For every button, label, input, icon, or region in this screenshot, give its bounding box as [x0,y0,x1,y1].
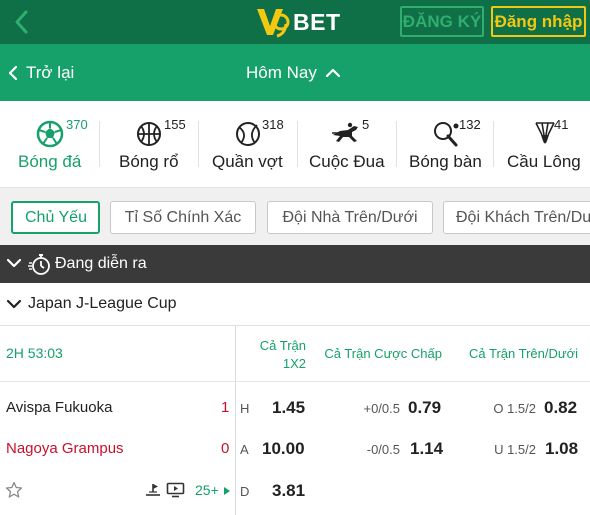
sport-tab-table-tennis[interactable]: 132 Bóng bàn [397,101,493,187]
filter-chip-main[interactable]: Chủ Yếu [11,201,100,234]
handicap-odds-away[interactable]: 1.14 [410,439,443,459]
col-1x2-header-line1: Cả Trận [259,338,306,353]
col-handicap-header: Cả Trận Cược Chấp [324,346,442,361]
sport-label: Cầu Lông [507,152,581,171]
basketball-icon [137,122,161,146]
row-letter-home: H [240,401,250,416]
chevron-down-icon [6,299,22,309]
sport-tab-soccer[interactable]: 370 Bóng đá [0,101,99,187]
date-filter-toggle[interactable]: Hôm Nay [246,62,341,84]
nav-title: Hôm Nay [246,63,317,82]
chevron-down-icon [6,258,22,268]
brand-logo[interactable]: BET [255,4,341,40]
back-label: Trở lại [26,63,75,82]
col-over-under-header: Cả Trận Trên/Dưới [469,346,578,361]
under-odds[interactable]: 1.08 [545,439,578,459]
handicap-odds-home[interactable]: 0.79 [408,398,441,418]
tennis-ball-icon [236,122,260,146]
row-letter-draw: D [240,484,250,499]
col-1x2-header-line2: 1X2 [282,356,306,371]
login-button[interactable]: Đăng nhập [491,6,586,37]
logo-text: BET [293,8,341,35]
match-time: 2H 53:03 [6,345,63,361]
sport-label: Cuộc Đua [309,152,385,171]
register-button[interactable]: ĐĂNG KÝ [400,6,484,37]
sport-count: 155 [164,117,186,132]
sport-tab-basketball[interactable]: 155 Bóng rổ [100,101,198,187]
sport-tab-tennis[interactable]: 318 Quần vợt [199,101,297,187]
sport-tab-badminton[interactable]: 41 Cầu Lông [494,101,590,187]
handicap-line-away: -0/0.5 [366,442,400,457]
more-markets-count[interactable]: 25+ [195,482,219,498]
handicap-line-home: +0/0.5 [363,401,400,416]
sports-tabs: 370 Bóng đá 155 Bóng rổ 318 Quần vợt 5 C… [0,101,590,187]
odds-1x2-home[interactable]: 1.45 [272,398,305,418]
league-name: Japan J-League Cup [28,295,177,312]
live-section-label: Đang diễn ra [55,255,147,272]
home-score: 1 [221,399,230,416]
market-header-row: 2H 53:03 Cả Trận 1X2 Cả Trận Cược Chấp C… [0,326,590,382]
filter-chip-correct-score[interactable]: Tỉ Số Chính Xác [110,201,256,234]
top-header: BET ĐĂNG KÝ Đăng nhập [0,0,590,44]
soccer-ball-icon [36,120,64,148]
filter-chip-home-over-under[interactable]: Đội Nhà Trên/Dưới [267,201,433,234]
sport-label: Bóng rổ [119,152,179,171]
sport-count: 41 [554,117,569,132]
sport-count: 318 [262,117,284,132]
v9-logo-mark-icon [257,9,290,38]
sport-count: 370 [66,117,88,132]
league-header[interactable]: Japan J-League Cup [0,283,590,326]
horse-racing-icon [332,122,358,142]
home-team-name[interactable]: Avispa Fukuoka [6,399,112,416]
odds-1x2-draw[interactable]: 3.81 [272,481,305,501]
table-tennis-icon [434,122,459,147]
market-filter-row: Chủ Yếu Tỉ Số Chính Xác Đội Nhà Trên/Dướ… [0,187,590,245]
away-score: 0 [221,440,230,457]
live-section-header[interactable]: Đang diễn ra [0,245,590,283]
filter-chip-away-over-under[interactable]: Đội Khách Trên/Dưới [443,201,590,234]
sport-label: Bóng bàn [409,152,482,171]
pitch-icon[interactable] [145,482,161,498]
over-odds[interactable]: 0.82 [544,398,577,418]
sport-count: 5 [362,117,370,132]
sport-label: Quần vợt [212,152,283,171]
over-under-line-over: O 1.5/2 [493,401,536,416]
nav-bar: Trở lại Hôm Nay [0,44,590,101]
back-chevron-icon[interactable] [8,6,36,38]
caret-right-icon [224,487,230,495]
back-link[interactable]: Trở lại [8,62,74,84]
row-letter-away: A [240,442,249,457]
live-tv-icon[interactable] [166,482,185,498]
sport-count: 132 [459,117,481,132]
stopwatch-icon [28,254,50,275]
sport-tab-racing[interactable]: 5 Cuộc Đua [298,101,396,187]
chevron-up-icon [325,68,340,78]
star-icon[interactable] [5,481,23,499]
odds-1x2-away[interactable]: 10.00 [262,439,305,459]
sport-label: Bóng đá [18,152,82,171]
away-team-name[interactable]: Nagoya Grampus [6,440,124,457]
column-divider [235,326,236,515]
chevron-left-icon [8,65,18,81]
over-under-line-under: U 1.5/2 [494,442,536,457]
